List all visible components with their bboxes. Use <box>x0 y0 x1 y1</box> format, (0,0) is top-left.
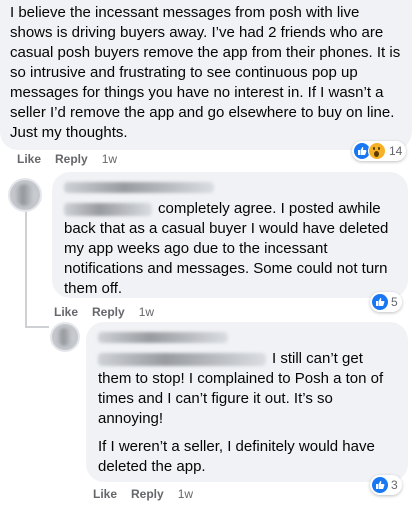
comment-text: I believe the incessant messages from po… <box>10 4 401 141</box>
like-button[interactable]: Like <box>54 305 78 319</box>
author-name-redacted[interactable] <box>98 332 228 343</box>
reaction-summary[interactable]: 14 <box>352 141 407 161</box>
comment-bubble-3: I still can’t get them to stop! I compla… <box>86 322 408 482</box>
reply-button[interactable]: Reply <box>92 305 125 319</box>
reaction-summary[interactable]: 3 <box>370 475 402 495</box>
comment-actions-2: Like Reply 1w <box>54 305 154 319</box>
wow-icon <box>368 142 386 160</box>
reply-button[interactable]: Reply <box>55 152 88 166</box>
like-icon <box>372 294 388 310</box>
comment-text: them to stop! I complained to Posh a ton… <box>98 370 384 427</box>
avatar[interactable] <box>50 322 80 352</box>
author-name-redacted[interactable] <box>64 182 214 193</box>
comment-text: If I weren’t a seller, I definitely woul… <box>98 438 375 475</box>
reaction-count: 3 <box>391 478 398 492</box>
avatar[interactable] <box>8 178 42 212</box>
comment-text: completely agree. I posted awhile <box>158 200 381 217</box>
comment-actions-3: Like Reply 1w <box>93 487 193 501</box>
tagged-name-redacted[interactable] <box>64 202 152 216</box>
comment-bubble-1: I believe the incessant messages from po… <box>0 0 412 150</box>
comment-bubble-2: completely agree. I posted awhile back t… <box>52 172 408 298</box>
timestamp[interactable]: 1w <box>178 487 193 501</box>
like-button[interactable]: Like <box>93 487 117 501</box>
reaction-summary[interactable]: 5 <box>370 292 402 312</box>
comment-text: back that as a casual buyer I would have… <box>64 220 389 297</box>
tagged-name-redacted[interactable] <box>98 352 266 366</box>
timestamp[interactable]: 1w <box>139 305 154 319</box>
reaction-count: 5 <box>391 295 398 309</box>
like-icon <box>372 477 388 493</box>
comment-actions-1: Like Reply 1w <box>17 152 117 166</box>
thread-line <box>25 210 27 328</box>
comment-text: I still can’t get <box>272 350 363 367</box>
like-button[interactable]: Like <box>17 152 41 166</box>
thread-connector <box>25 326 49 328</box>
timestamp[interactable]: 1w <box>102 152 117 166</box>
reply-button[interactable]: Reply <box>131 487 164 501</box>
reaction-count: 14 <box>389 144 403 158</box>
